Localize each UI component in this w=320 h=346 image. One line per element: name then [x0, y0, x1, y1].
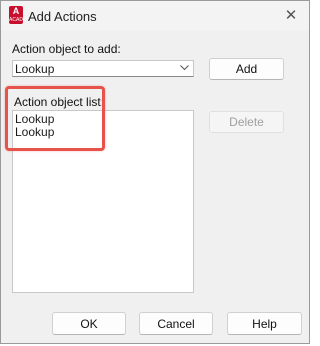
add-button[interactable]: Add	[209, 58, 284, 80]
action-object-to-add-label: Action object to add:	[12, 42, 121, 56]
cancel-button[interactable]: Cancel	[139, 312, 213, 335]
add-actions-dialog: A ACAD Add Actions ✕ Action object to ad…	[0, 0, 310, 344]
autocad-app-icon: A ACAD	[9, 6, 23, 24]
annotation-highlight-box	[5, 86, 105, 151]
action-object-dropdown[interactable]: Lookup	[12, 60, 194, 77]
help-button[interactable]: Help	[227, 312, 302, 335]
app-icon-sub: ACAD	[9, 17, 23, 23]
close-icon[interactable]: ✕	[283, 7, 299, 24]
action-object-dropdown-value: Lookup	[15, 62, 55, 76]
ok-button[interactable]: OK	[52, 312, 126, 335]
app-icon-letter: A	[12, 6, 20, 16]
window-title: Add Actions	[28, 9, 97, 24]
delete-button[interactable]: Delete	[209, 111, 284, 133]
title-bar[interactable]: A ACAD Add Actions ✕	[1, 1, 309, 31]
chevron-down-icon[interactable]	[179, 62, 189, 74]
